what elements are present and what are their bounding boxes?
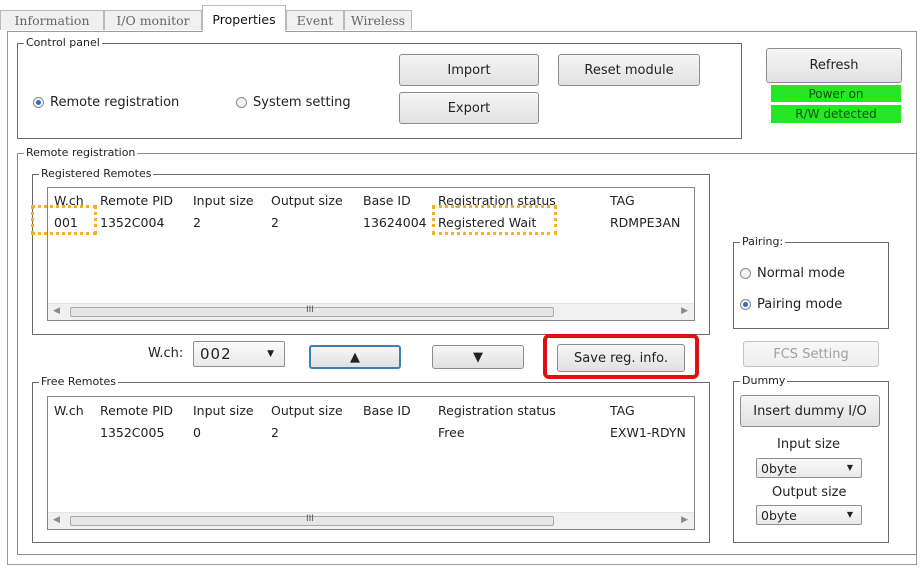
control-panel-legend: Control panel (24, 36, 102, 50)
save-callout-highlight (543, 334, 699, 379)
refresh-button[interactable]: Refresh (766, 48, 902, 83)
radio-unselected-icon (740, 268, 751, 279)
tab-bar: Information I/O monitor Properties Event… (0, 0, 923, 32)
pairing-group: Pairing: (733, 235, 889, 329)
column-header-tag[interactable]: TAG (610, 403, 635, 418)
input-size-value: 0byte (761, 460, 797, 476)
radio-pairing-mode[interactable]: Pairing mode (740, 297, 842, 312)
radio-unselected-icon (236, 97, 247, 108)
scroll-right-icon[interactable]: ▶ (681, 515, 688, 525)
wch-label: W.ch: (148, 346, 184, 361)
radio-system-setting[interactable]: System setting (236, 95, 351, 110)
tab-wireless[interactable]: Wireless (344, 10, 412, 30)
reset-module-button[interactable]: Reset module (558, 54, 700, 86)
list-header: W.ch Remote PID Input size Output size B… (48, 190, 694, 210)
radio-remote-label: Remote registration (50, 95, 180, 110)
horizontal-scrollbar[interactable]: ◀ III ▶ (48, 512, 694, 529)
cell-output-size: 2 (271, 424, 279, 440)
cell-tag: RDMPE3AN (610, 214, 681, 230)
scrollbar-grip: III (306, 514, 314, 524)
cell-remote-pid: 1352C005 (100, 424, 165, 440)
column-header-input-size[interactable]: Input size (193, 193, 254, 208)
cell-registration-status: Free (438, 424, 465, 440)
status-callout-highlight (432, 205, 557, 235)
tab-information[interactable]: Information (0, 10, 104, 30)
export-button[interactable]: Export (399, 92, 539, 124)
cell-input-size: 2 (193, 214, 201, 230)
wch-dropdown[interactable]: 002 ▼ (193, 341, 285, 367)
column-header-output-size[interactable]: Output size (271, 193, 343, 208)
scroll-right-icon[interactable]: ▶ (681, 306, 688, 316)
tab-event[interactable]: Event (286, 10, 344, 30)
remote-registration-legend: Remote registration (24, 146, 138, 160)
fcs-setting-button[interactable]: FCS Setting (743, 341, 879, 367)
cell-base-id: 13624004 (363, 214, 427, 230)
radio-system-label: System setting (253, 95, 351, 110)
scroll-left-icon[interactable]: ◀ (53, 515, 60, 525)
radio-remote-registration[interactable]: Remote registration (33, 95, 179, 110)
move-up-button[interactable]: ▲ (309, 345, 401, 369)
rw-status: R/W detected (771, 105, 901, 123)
radio-selected-icon (740, 299, 751, 310)
output-size-dropdown[interactable]: 0byte ▼ (756, 505, 862, 525)
power-status: Power on (771, 85, 901, 102)
insert-dummy-io-button[interactable]: Insert dummy I/O (740, 395, 880, 427)
radio-pairing-label: Pairing mode (757, 297, 843, 312)
column-header-base-id[interactable]: Base ID (363, 403, 411, 418)
column-header-wch[interactable]: W.ch (54, 403, 84, 418)
column-header-input-size[interactable]: Input size (193, 403, 254, 418)
scroll-left-icon[interactable]: ◀ (53, 306, 60, 316)
output-size-label: Output size (772, 485, 847, 500)
table-row[interactable]: 1352C005 0 2 Free EXW1-RDYN (48, 422, 694, 442)
pairing-legend: Pairing: (740, 235, 786, 249)
cell-output-size: 2 (271, 214, 279, 230)
cell-input-size: 0 (193, 424, 201, 440)
column-header-base-id[interactable]: Base ID (363, 193, 411, 208)
chevron-down-icon: ▼ (267, 349, 274, 359)
input-size-label: Input size (777, 437, 841, 452)
registered-remotes-list[interactable]: W.ch Remote PID Input size Output size B… (47, 187, 695, 321)
move-down-button[interactable]: ▼ (432, 345, 524, 369)
horizontal-scrollbar[interactable]: ◀ III ▶ (48, 303, 694, 320)
output-size-value: 0byte (761, 507, 797, 523)
column-header-output-size[interactable]: Output size (271, 403, 343, 418)
chevron-down-icon: ▼ (846, 510, 853, 519)
column-header-remote-pid[interactable]: Remote PID (100, 193, 173, 208)
chevron-down-icon: ▼ (846, 463, 853, 472)
tab-io-monitor[interactable]: I/O monitor (104, 10, 202, 30)
radio-normal-label: Normal mode (757, 266, 846, 281)
input-size-dropdown[interactable]: 0byte ▼ (756, 458, 862, 478)
radio-selected-icon (33, 97, 44, 108)
list-header: W.ch Remote PID Input size Output size B… (48, 400, 694, 420)
column-header-remote-pid[interactable]: Remote PID (100, 403, 173, 418)
radio-normal-mode[interactable]: Normal mode (740, 266, 845, 281)
cell-remote-pid: 1352C004 (100, 214, 165, 230)
free-remotes-legend: Free Remotes (39, 375, 119, 389)
tab-properties[interactable]: Properties (202, 5, 286, 32)
wch-callout-highlight (31, 205, 97, 235)
table-row[interactable]: 001 1352C004 2 2 13624004 Registered Wai… (48, 212, 694, 232)
column-header-registration-status[interactable]: Registration status (438, 403, 556, 418)
cell-tag: EXW1-RDYN (610, 424, 686, 440)
import-button[interactable]: Import (399, 54, 539, 86)
free-remotes-list[interactable]: W.ch Remote PID Input size Output size B… (47, 396, 695, 530)
wch-dropdown-value: 002 (200, 345, 232, 363)
dummy-legend: Dummy (740, 374, 788, 388)
registered-remotes-legend: Registered Remotes (39, 167, 154, 181)
scrollbar-grip: III (306, 305, 314, 315)
column-header-tag[interactable]: TAG (610, 193, 635, 208)
